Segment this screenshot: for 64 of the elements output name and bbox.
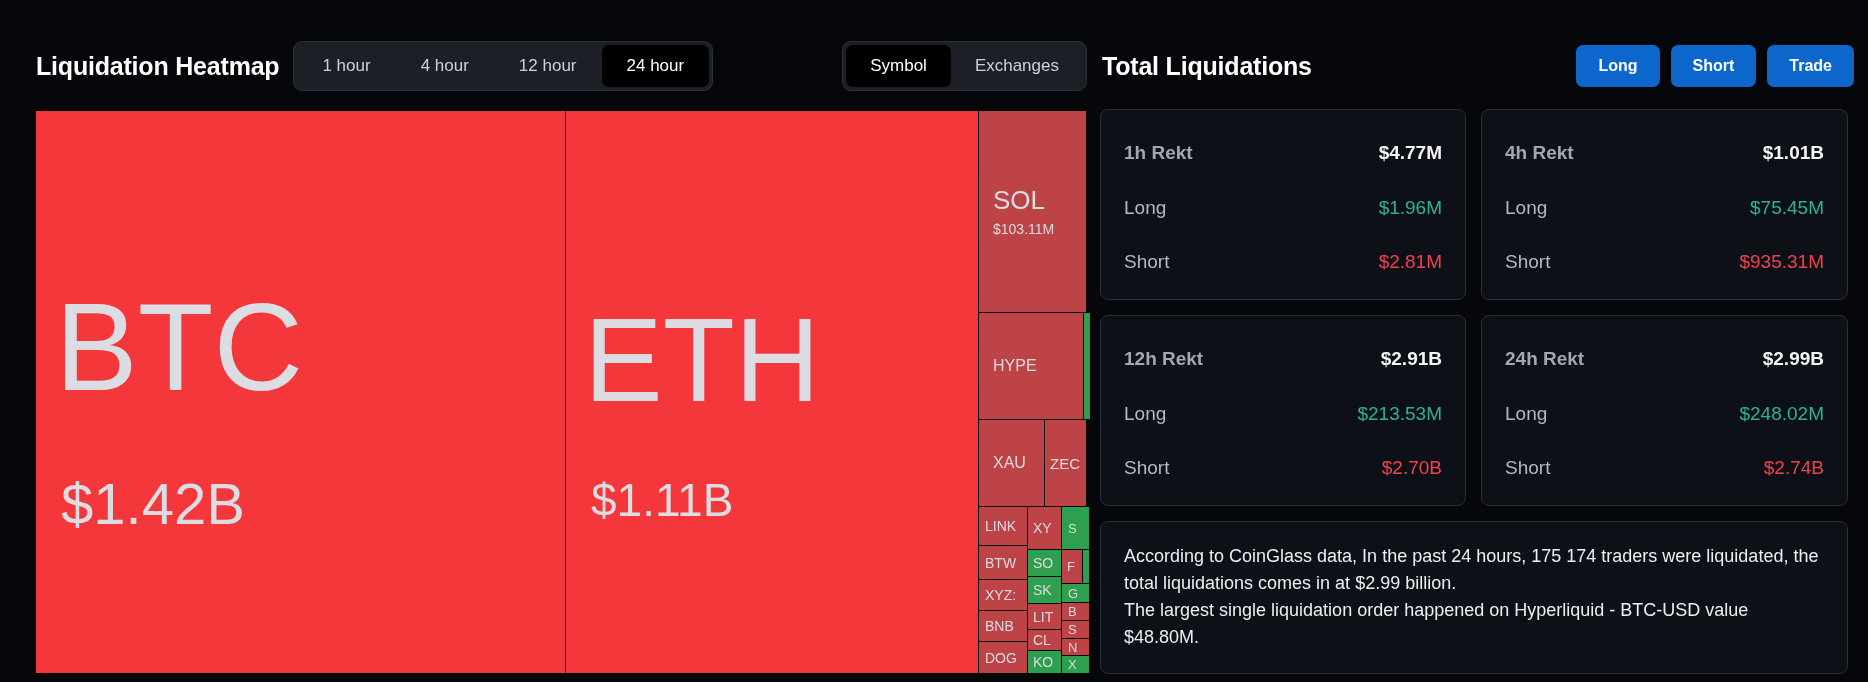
coin-symbol: BTW bbox=[985, 555, 1017, 570]
section-title: Liquidation Heatmap bbox=[36, 51, 280, 81]
action-button[interactable]: Trade bbox=[1767, 45, 1854, 87]
coin-symbol: LIT bbox=[1033, 609, 1054, 624]
liquidation-amount: $1.42B bbox=[61, 475, 245, 533]
action-button[interactable]: Long bbox=[1576, 45, 1660, 87]
row-label: Long bbox=[1505, 402, 1548, 425]
card-title: 12h Rekt bbox=[1124, 348, 1204, 370]
row-label: Short bbox=[1124, 457, 1170, 479]
total-amount: $2.99B bbox=[1762, 348, 1824, 370]
total-amount: $1.01B bbox=[1762, 142, 1824, 164]
coin-symbol: BTC bbox=[55, 285, 303, 409]
row-label: Short bbox=[1505, 251, 1551, 273]
timeframe-tab[interactable]: 4 hour bbox=[395, 45, 494, 87]
coin-symbol: HYPE bbox=[993, 358, 1037, 374]
card-title: 4h Rekt bbox=[1505, 142, 1574, 164]
liquidation-amount: $103.11M bbox=[993, 222, 1055, 236]
coin-symbol: G bbox=[1068, 586, 1079, 600]
view-tab[interactable]: Symbol bbox=[846, 45, 951, 87]
card-title: 24h Rekt bbox=[1505, 348, 1585, 370]
short-amount: $2.81M bbox=[1378, 251, 1442, 273]
timeframe-tab[interactable]: 12 hour bbox=[493, 45, 602, 87]
coin-symbol: X bbox=[1068, 658, 1077, 671]
section-title: Total Liquidations bbox=[1102, 51, 1312, 81]
coin-symbol: BNB bbox=[985, 619, 1014, 633]
total-amount: $2.91B bbox=[1380, 348, 1442, 370]
total-amount: $4.77M bbox=[1378, 142, 1442, 164]
short-amount: $2.70B bbox=[1381, 457, 1442, 479]
short-amount: $2.74B bbox=[1763, 457, 1824, 479]
coin-symbol: SO bbox=[1033, 556, 1054, 570]
coin-symbol: CL bbox=[1033, 633, 1051, 647]
long-amount: $75.45M bbox=[1750, 196, 1824, 219]
timeframe-tab[interactable]: 1 hour bbox=[297, 45, 396, 87]
coin-symbol: DOG bbox=[985, 650, 1017, 665]
liquidation-amount: $1.11B bbox=[591, 477, 734, 523]
coin-symbol: LINK bbox=[985, 519, 1017, 533]
coin-symbol: ETH bbox=[584, 301, 820, 419]
coin-symbol: SK bbox=[1033, 583, 1052, 597]
coin-symbol: ZEC bbox=[1050, 455, 1080, 471]
card-title: 1h Rekt bbox=[1124, 142, 1193, 164]
coin-symbol: XYZ: bbox=[985, 588, 1017, 602]
coin-symbol: S bbox=[1068, 521, 1077, 535]
long-amount: $1.96M bbox=[1378, 196, 1442, 219]
coin-symbol: XAU bbox=[993, 455, 1026, 471]
row-label: Short bbox=[1124, 251, 1170, 273]
summary-text: According to CoinGlass data, In the past 24 hours, 175 174 traders were liquidated, the total liquidations comes in at $2.99 billion. bbox=[1124, 545, 1820, 595]
timeframe-tab[interactable]: 24 hour bbox=[601, 45, 710, 87]
coin-symbol: N bbox=[1068, 640, 1078, 654]
long-amount: $213.53M bbox=[1357, 402, 1442, 425]
row-label: Short bbox=[1505, 457, 1551, 479]
row-label: Long bbox=[1124, 402, 1167, 425]
row-label: Long bbox=[1124, 196, 1167, 219]
short-amount: $935.31M bbox=[1739, 251, 1824, 273]
action-button[interactable]: Short bbox=[1670, 45, 1757, 87]
coin-symbol: S bbox=[1068, 623, 1077, 636]
coin-symbol: XY bbox=[1033, 521, 1052, 535]
coin-symbol: KO bbox=[1033, 655, 1054, 669]
row-label: Long bbox=[1505, 196, 1548, 219]
coin-symbol: B bbox=[1068, 605, 1077, 618]
coin-symbol: SOL bbox=[993, 187, 1046, 213]
long-amount: $248.02M bbox=[1739, 402, 1824, 425]
summary-text: The largest single liquidation order happened on Hyperliquid - BTC-USD value $48.80M. bbox=[1124, 599, 1750, 649]
view-tab[interactable]: Exchanges bbox=[950, 45, 1083, 87]
coin-symbol: F bbox=[1067, 560, 1075, 573]
